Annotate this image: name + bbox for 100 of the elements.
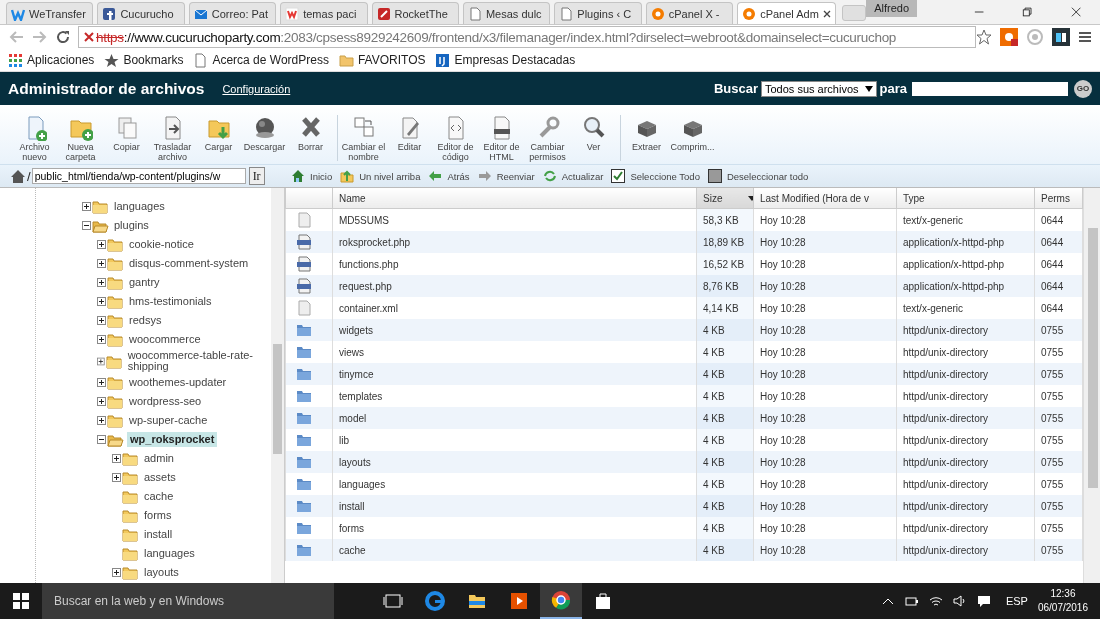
expand-icon[interactable] (97, 397, 106, 406)
bookmark-link[interactable]: Empresas Destacadas (435, 52, 576, 68)
toolbar-button[interactable]: Copiar (104, 115, 149, 152)
bookmark-link[interactable]: FAVORITOS (338, 52, 426, 68)
toolbar-button[interactable]: Descargar (242, 115, 287, 152)
search-field[interactable] (912, 81, 1068, 96)
folder-tree-item[interactable]: woocommerce-table-rate-shipping (125, 349, 271, 373)
browser-tab[interactable]: temas paci (280, 2, 368, 24)
reload-icon[interactable] (56, 30, 70, 44)
toolbar-button[interactable]: Extraer (624, 115, 669, 152)
toolbar-button[interactable]: Editar (387, 115, 432, 152)
go-button[interactable]: Ir (248, 167, 265, 185)
extension-icon[interactable] (1000, 28, 1018, 46)
folder-tree-item[interactable]: redsys (127, 314, 164, 327)
bookmark-link[interactable]: Bookmarks (104, 52, 184, 68)
toolbar-button[interactable]: Editor de código (433, 115, 478, 162)
column-header[interactable]: Perms (1034, 188, 1083, 209)
expand-icon[interactable] (97, 316, 106, 325)
collapse-icon[interactable] (97, 435, 106, 444)
folder-tree-item[interactable]: woothemes-updater (127, 376, 229, 389)
browser-tab[interactable]: RocketThe (371, 2, 459, 24)
folder-tree-item[interactable]: forms (142, 509, 174, 522)
toolbar-link[interactable]: Reenviar (477, 169, 535, 183)
toolbar-button[interactable]: Cambiar permisos (525, 115, 570, 162)
toolbar-link[interactable]: Atrás (428, 169, 470, 183)
collapse-icon[interactable] (82, 221, 91, 230)
expand-icon[interactable] (97, 278, 106, 287)
toolbar-button[interactable]: Borrar (288, 115, 333, 152)
folder-tree-item[interactable]: cache (142, 490, 176, 503)
speaker-icon[interactable] (952, 594, 967, 608)
browser-tab[interactable]: Plugins ‹ C (554, 2, 642, 24)
column-header[interactable]: Name (332, 188, 697, 209)
extension-icon[interactable] (1052, 28, 1070, 46)
close-icon[interactable] (1070, 6, 1081, 18)
clock[interactable]: 12:36 06/07/2016 (1037, 587, 1088, 615)
battery-icon[interactable] (904, 594, 919, 608)
language-indicator[interactable]: ESP (1005, 595, 1028, 607)
scrollbar[interactable] (271, 188, 284, 583)
toolbar-link[interactable]: Inicio (291, 169, 333, 183)
toolbar-button[interactable]: Editor de HTML (479, 115, 524, 162)
expand-icon[interactable] (97, 378, 106, 387)
folder-tree-item[interactable]: admin (142, 452, 176, 465)
bookmark-link[interactable]: Acerca de WordPress (193, 52, 329, 68)
folder-tree-item[interactable]: wp-super-cache (127, 414, 210, 427)
column-header[interactable]: Size (696, 188, 754, 209)
profile-button[interactable]: Alfredo (866, 0, 918, 17)
expand-icon[interactable] (112, 454, 121, 463)
expand-icon[interactable] (97, 240, 106, 249)
expand-icon[interactable] (82, 202, 91, 211)
star-icon[interactable] (976, 29, 992, 45)
toolbar-link[interactable]: Seleccione Todo (611, 169, 700, 183)
message-icon[interactable] (976, 594, 991, 608)
folder-tree-item[interactable]: assets (142, 471, 178, 484)
folder-tree-item[interactable]: install (142, 528, 175, 541)
browser-tab[interactable]: Mesas dulc (462, 2, 551, 24)
folder-tree-item[interactable]: languages (142, 547, 197, 560)
bookmark-link[interactable]: Aplicaciones (8, 52, 95, 68)
restore-icon[interactable] (1022, 6, 1033, 18)
column-header[interactable]: Last Modified (Hora de v (753, 188, 897, 209)
expand-icon[interactable] (97, 356, 105, 366)
toolbar-link[interactable]: Actualizar (542, 169, 604, 183)
address-field[interactable]: https://www.cucuruchoparty.com:2083/cpsess8929242609/frontend/x3/filemanager/index.html?dirselect=webroot&domainselect=cucuruchop (78, 26, 976, 48)
search-field[interactable]: Buscar en la web y en Windows (42, 583, 334, 619)
taskbar-button[interactable] (540, 583, 582, 619)
toolbar-button[interactable]: Archivo nuevo (12, 115, 57, 162)
folder-tree-item[interactable]: languages (112, 200, 167, 213)
expand-icon[interactable] (112, 568, 121, 577)
toolbar-link[interactable]: Un nivel arriba (340, 169, 421, 183)
column-header[interactable]: Type (896, 188, 1035, 209)
folder-tree-item[interactable]: hms-testimonials (127, 295, 214, 308)
expand-icon[interactable] (112, 473, 121, 482)
folder-tree-item[interactable]: layouts (142, 566, 181, 579)
folder-tree-item[interactable]: disqus-comment-system (127, 257, 251, 270)
browser-tab[interactable]: Cucurucho (97, 2, 185, 24)
path-field[interactable]: public_html/tienda/wp-content/plugins/w (31, 168, 246, 184)
wifi-icon[interactable] (928, 594, 943, 608)
toolbar-button[interactable]: Nueva carpeta (58, 115, 103, 162)
browser-tab[interactable]: WeTransfer (6, 2, 94, 24)
browser-tab[interactable]: cPanel Adm (737, 2, 836, 24)
close-icon[interactable] (822, 9, 831, 18)
scrollbar[interactable] (1083, 188, 1100, 583)
expand-icon[interactable] (97, 297, 106, 306)
settings-link[interactable]: Configuración (222, 82, 291, 95)
browser-tab[interactable]: Correo: Pat (188, 2, 277, 24)
toolbar-button[interactable]: Cargar (196, 115, 241, 152)
menu-icon[interactable] (1078, 30, 1092, 44)
folder-tree-item[interactable]: cookie-notice (127, 238, 196, 251)
toolbar-link[interactable]: Deseleccionar todo (707, 169, 809, 183)
scope-dropdown[interactable]: Todos sus archivos (761, 80, 877, 97)
windows-logo-icon[interactable] (13, 593, 29, 609)
folder-tree-item[interactable]: wp_roksprocket (127, 432, 218, 447)
toolbar-button[interactable]: Ver (571, 115, 616, 152)
folder-tree-item[interactable]: plugins (112, 219, 151, 232)
go-button[interactable]: GO (1074, 79, 1092, 98)
toolbar-button[interactable]: Cambiar el nombre (341, 115, 386, 162)
expand-icon[interactable] (97, 335, 106, 344)
expand-icon[interactable] (97, 259, 106, 268)
browser-tab[interactable]: cPanel X - (645, 2, 734, 24)
expand-icon[interactable] (97, 416, 106, 425)
toolbar-button[interactable]: Trasladar archivo (150, 115, 195, 162)
